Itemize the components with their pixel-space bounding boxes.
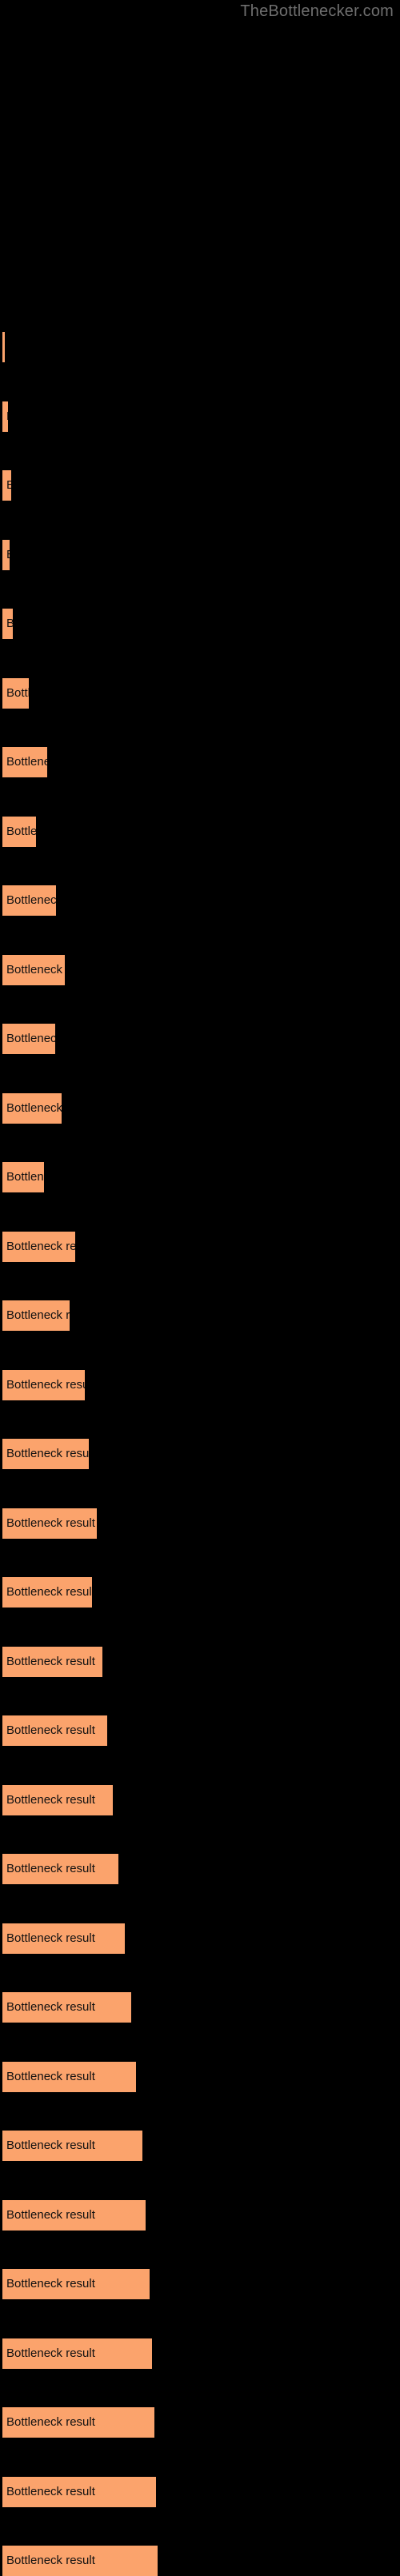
bar-row: Bottleneck result [0,2338,400,2369]
chart-bar[interactable]: Bottleneck result [2,2269,150,2299]
chart-bar[interactable]: Bottleneck result [2,1439,90,1469]
bar-row: Bottleneck result [0,1439,400,1469]
chart-bar[interactable]: Bottleneck result [2,1646,103,1677]
bar-row: Bottleneck result [0,2131,400,2161]
chart-bar[interactable]: Bottleneck result [2,1092,62,1124]
bar-label: Bottleneck result [6,1032,55,1045]
bar-label: Bottleneck result [6,824,37,838]
bar-label: Bottleneck result [6,1447,90,1460]
bar-row: Bottleneck result [0,954,400,985]
bar-label: Bottleneck result [6,1516,95,1530]
chart-bar[interactable]: Bottleneck result [2,677,30,709]
chart-bar[interactable]: Bottleneck result [2,539,10,570]
bar-label: Bottleneck result [6,1308,70,1322]
bar-row: Bottleneck result [0,677,400,709]
chart-bar[interactable]: Bottleneck result [2,1024,55,1054]
bottleneck-bar-chart: Bottleneck result Bottleneck result Bottle… [0,0,400,2576]
bar-row: Bottleneck result [0,747,400,777]
chart-bar[interactable]: Bottleneck result [2,1231,75,1262]
bar-label: Bottleneck result [6,1792,95,1807]
bar-label: Bottleneck result [6,1654,95,1668]
bar-row: Bottleneck result [0,1231,400,1262]
bar-label: Bottleneck result [6,1239,75,1253]
chart-bar[interactable]: Bottleneck result [2,1369,86,1400]
bar-row: Bottleneck result [0,1369,400,1400]
chart-bar[interactable]: Bottleneck result [2,2407,155,2438]
bar-label: Bottleneck result [6,962,65,976]
bar-label: Bottleneck result [6,548,10,562]
bar-row: Bottleneck result [0,2407,400,2438]
bar-row: Bottleneck result [0,539,400,570]
bar-row: Bottleneck result [0,2061,400,2092]
bar-row: Bottleneck result [0,1784,400,1815]
chart-bar[interactable]: Bottleneck result [2,885,56,916]
bar-label: Bottleneck result [6,2139,95,2152]
bar-label: Bottleneck result [6,755,48,769]
chart-bar[interactable]: Bottleneck result [2,332,5,362]
chart-bar[interactable]: Bottleneck result [2,1508,98,1539]
chart-bar[interactable]: Bottleneck result [2,2061,137,2092]
bar-row: Bottleneck result [0,401,400,432]
bar-label: Bottleneck result [6,2207,95,2222]
bar-row: Bottleneck result [0,1923,400,1954]
chart-bar[interactable]: Bottleneck result [2,954,65,985]
chart-bar[interactable]: Bottleneck result [2,2131,143,2161]
bar-row: Bottleneck result [0,1092,400,1124]
bar-row: Bottleneck result [0,470,400,501]
bar-row: Bottleneck result [0,2476,400,2507]
bar-row: Bottleneck result [0,332,400,362]
bar-row: Bottleneck result [0,2199,400,2231]
bar-row: Bottleneck result [0,1577,400,1608]
chart-bar[interactable]: Bottleneck result [2,1162,45,1192]
bar-label: Bottleneck result [6,1723,95,1737]
bar-label: Bottleneck result [6,1931,95,1945]
bar-label: Bottleneck result [6,617,13,630]
bar-label: Bottleneck result [6,893,56,907]
bar-label: Bottleneck result [6,1100,62,1115]
chart-bar[interactable]: Bottleneck result [2,1715,107,1746]
chart-bar[interactable]: Bottleneck result [2,1577,93,1608]
bar-row: Bottleneck result [0,2269,400,2299]
bar-row: Bottleneck result [0,1646,400,1677]
chart-bar[interactable]: Bottleneck result [2,401,8,432]
chart-bar[interactable]: Bottleneck result [2,1992,131,2023]
chart-bar[interactable]: Bottleneck result [2,1300,70,1331]
bar-label: Bottleneck result [6,409,8,424]
bar-row: Bottleneck result [0,816,400,847]
bar-label: Bottleneck result [6,2554,95,2567]
bar-row: Bottleneck result [0,1162,400,1192]
chart-bar[interactable]: Bottleneck result [2,2476,157,2507]
chart-bar[interactable]: Bottleneck result [2,1923,125,1954]
chart-bar[interactable]: Bottleneck result [2,747,48,777]
bar-row: Bottleneck result [0,1300,400,1331]
bar-label: Bottleneck result [6,1377,85,1392]
bar-label: Bottleneck result [6,2069,95,2083]
bar-label: Bottleneck result [6,2484,95,2498]
chart-bar[interactable]: Bottleneck result [2,2338,153,2369]
chart-bar[interactable]: Bottleneck result [2,1854,118,1884]
bar-row: Bottleneck result [0,885,400,916]
bar-label: Bottleneck result [6,2346,95,2360]
chart-bar[interactable]: Bottleneck result [2,2199,146,2231]
bar-label: Bottleneck result [6,1862,95,1875]
bar-label: Bottleneck result [6,2000,95,2014]
bar-label: Bottleneck result [6,1170,44,1184]
chart-bar[interactable]: Bottleneck result [2,2546,158,2576]
bar-row: Bottleneck result [0,2546,400,2576]
chart-bar[interactable]: Bottleneck result [2,609,13,639]
bar-label: Bottleneck result [6,2277,95,2290]
chart-bar[interactable]: Bottleneck result [2,816,37,847]
chart-bar[interactable]: Bottleneck result [2,1784,113,1815]
bar-row: Bottleneck result [0,1715,400,1746]
chart-bar[interactable]: Bottleneck result [2,470,11,501]
bar-label: Bottleneck result [6,478,11,492]
bar-label: Bottleneck result [6,685,30,700]
bar-row: Bottleneck result [0,1024,400,1054]
bar-label: Bottleneck result [6,1585,93,1599]
bar-row: Bottleneck result [0,609,400,639]
bar-row: Bottleneck result [0,1508,400,1539]
bar-row: Bottleneck result [0,1854,400,1884]
bar-row: Bottleneck result [0,1992,400,2023]
bar-label: Bottleneck result [6,2415,95,2429]
